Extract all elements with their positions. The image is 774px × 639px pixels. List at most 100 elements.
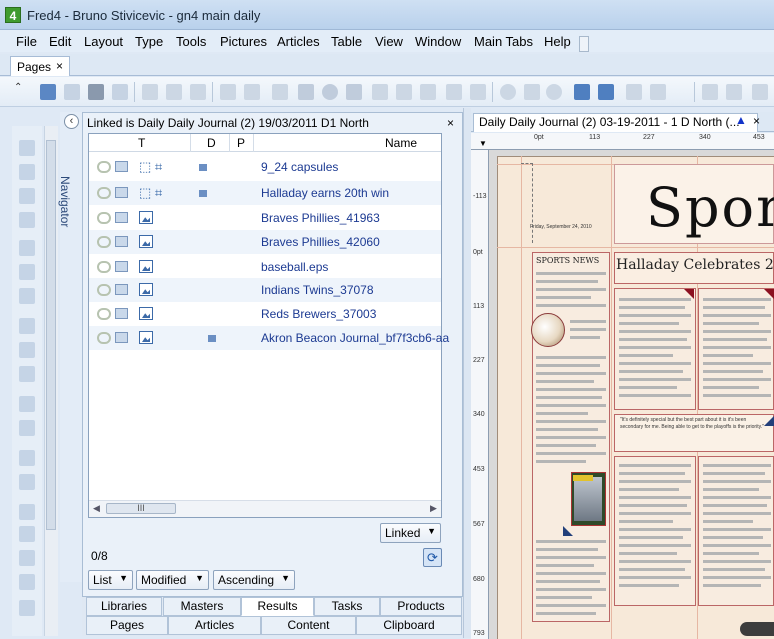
text-icon[interactable] [726, 84, 742, 100]
preview-icon[interactable] [112, 84, 128, 100]
menu-edit[interactable]: Edit [49, 34, 71, 49]
menu-file[interactable]: File [16, 34, 37, 49]
navigator-toggle-button[interactable]: ‹ [64, 114, 79, 129]
menu-type[interactable]: Type [135, 34, 163, 49]
tab-clipboard[interactable]: Clipboard [356, 616, 462, 635]
italic-a-icon[interactable] [19, 526, 35, 542]
link-tool-icon[interactable] [19, 342, 35, 358]
word-icon[interactable] [19, 550, 35, 566]
frame-icon[interactable] [19, 504, 35, 520]
page-icon[interactable] [420, 84, 436, 100]
dateline-frame[interactable] [521, 163, 533, 243]
tab-pages[interactable]: Pages × [10, 56, 70, 76]
baseball-image[interactable] [531, 313, 565, 347]
menu-table[interactable]: Table [331, 34, 362, 49]
refresh-toolbar-icon[interactable] [346, 84, 362, 100]
upload-icon[interactable] [574, 84, 590, 100]
tab-pages-bottom[interactable]: Pages [86, 616, 168, 635]
menu-layout[interactable]: Layout [84, 34, 123, 49]
navigator-label[interactable]: Navigator [58, 176, 72, 227]
tab-libraries[interactable]: Libraries [86, 597, 162, 616]
table-row[interactable]: Braves Phillies_41963 [89, 206, 441, 230]
menu-main-tabs[interactable]: Main Tabs [474, 34, 533, 49]
triangle-up-icon[interactable]: ▲ [735, 113, 747, 127]
menu-articles[interactable]: Articles [277, 34, 320, 49]
direct-select-icon[interactable] [19, 164, 35, 180]
column-header-d[interactable]: D [207, 136, 216, 150]
tab-articles[interactable]: Articles [168, 616, 261, 635]
close-icon[interactable]: × [753, 114, 760, 128]
unlink-tool-icon[interactable] [19, 366, 35, 382]
crop-tool-icon[interactable] [19, 212, 35, 228]
menu-overflow-grip[interactable] [579, 36, 589, 52]
open-icon[interactable] [40, 84, 56, 100]
table-row[interactable]: baseball.eps [89, 255, 441, 279]
save-icon[interactable] [64, 84, 80, 100]
zoom-in-icon[interactable] [19, 396, 35, 412]
menu-pictures[interactable]: Pictures [220, 34, 267, 49]
list-icon[interactable] [19, 574, 35, 590]
panel-splitter[interactable] [463, 108, 471, 638]
table-row[interactable]: ⬚ ⌗ Halladay earns 20th win [89, 181, 441, 205]
tab-products[interactable]: Products [380, 597, 462, 616]
ruler-origin-icon[interactable]: ▼ [479, 139, 487, 148]
table-row[interactable]: ⬚ ⌗ 9_24 capsules [89, 155, 441, 179]
scrollbar-thumb[interactable]: III [106, 503, 176, 514]
table-row[interactable]: Braves Phillies_42060 [89, 230, 441, 254]
refresh-button[interactable]: ⟳ [423, 548, 442, 567]
arrow-right-icon[interactable] [650, 84, 666, 100]
tab-tasks[interactable]: Tasks [314, 597, 380, 616]
menu-view[interactable]: View [375, 34, 403, 49]
select-arrow-icon[interactable] [19, 140, 35, 156]
column-header-name[interactable]: Name [385, 136, 417, 150]
lock-icon[interactable] [470, 84, 486, 100]
redo-icon[interactable] [244, 84, 260, 100]
grid-icon[interactable] [19, 600, 35, 616]
web-icon[interactable] [546, 84, 562, 100]
vertical-ruler-icon[interactable] [19, 474, 35, 490]
rotate-icon[interactable] [19, 188, 35, 204]
copy-icon[interactable] [166, 84, 182, 100]
column-header-p[interactable]: P [237, 136, 245, 150]
bold-icon[interactable] [752, 84, 768, 100]
line-tool-icon[interactable] [19, 318, 35, 334]
table-row[interactable]: Reds Brewers_37003 [89, 302, 441, 326]
close-icon[interactable]: × [56, 59, 63, 73]
toolbar-collapse-icon[interactable]: ⌃ [14, 82, 22, 93]
arrow-left-icon[interactable] [626, 84, 642, 100]
sort-order-dropdown[interactable]: Ascending ▼ [213, 570, 295, 590]
text-frame-icon[interactable] [19, 240, 35, 256]
scroll-right-icon[interactable]: ▶ [430, 503, 437, 514]
picture-frame-icon[interactable] [19, 288, 35, 304]
column-header-t[interactable]: T [138, 136, 145, 150]
target-icon[interactable] [500, 84, 516, 100]
tab-results[interactable]: Results [241, 597, 314, 616]
cut-icon[interactable] [142, 84, 158, 100]
paragraph-icon[interactable] [702, 84, 718, 100]
view-mode-dropdown[interactable]: List ▼ [88, 570, 133, 590]
p-icon[interactable] [524, 84, 540, 100]
print-icon[interactable] [88, 84, 104, 100]
horizontal-ruler-icon[interactable] [19, 450, 35, 466]
download-icon[interactable] [598, 84, 614, 100]
paste-icon[interactable] [190, 84, 206, 100]
article-icon[interactable] [272, 84, 288, 100]
tool-scrollbar-thumb[interactable] [46, 140, 56, 530]
find-icon[interactable] [298, 84, 314, 100]
zoom-slider[interactable] [740, 622, 774, 636]
undo-icon[interactable] [220, 84, 236, 100]
filter-dropdown[interactable]: Linked ▼ [380, 523, 441, 543]
menu-tools[interactable]: Tools [176, 34, 206, 49]
tab-content[interactable]: Content [261, 616, 356, 635]
table-row[interactable]: Akron Beacon Journal_bf7f3cb6-aa [89, 326, 449, 350]
layers-icon[interactable] [396, 84, 412, 100]
scroll-left-icon[interactable]: ◀ [93, 503, 100, 514]
tab-masters[interactable]: Masters [163, 597, 241, 616]
rectangle-icon[interactable] [19, 264, 35, 280]
document-icon[interactable] [446, 84, 462, 100]
link-icon[interactable] [372, 84, 388, 100]
menu-window[interactable]: Window [415, 34, 461, 49]
sort-field-dropdown[interactable]: Modified ▼ [136, 570, 209, 590]
globe-icon[interactable] [322, 84, 338, 100]
table-row[interactable]: Indians Twins_37078 [89, 278, 441, 302]
